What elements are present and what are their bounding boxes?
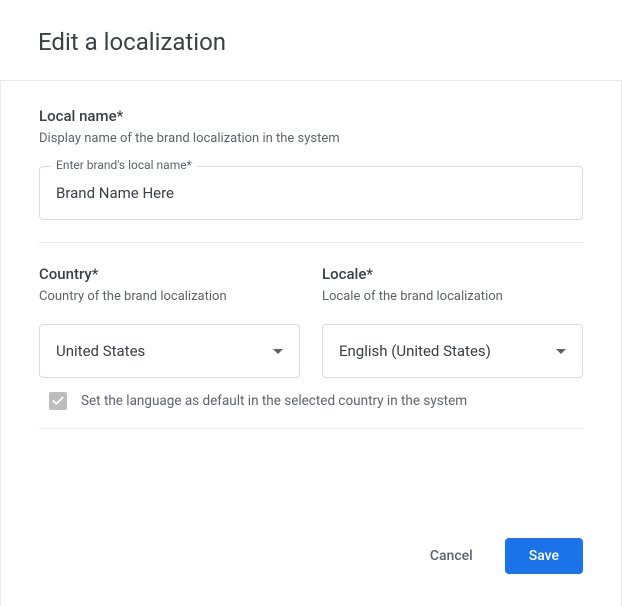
save-button[interactable]: Save: [505, 538, 583, 574]
locale-select[interactable]: English (United States): [322, 324, 583, 378]
local-name-floating-label: Enter brand's local name*: [51, 158, 197, 172]
edit-localization-dialog: Edit a localization Local name* Display …: [0, 0, 622, 606]
country-description: Country of the brand localization: [39, 289, 300, 304]
local-name-group: Local name* Display name of the brand lo…: [39, 107, 583, 242]
divider: [39, 242, 583, 243]
checkmark-icon: [51, 394, 65, 408]
country-select[interactable]: United States: [39, 324, 300, 378]
local-name-label: Local name*: [39, 107, 583, 125]
dialog-header: Edit a localization: [0, 0, 622, 81]
locale-label: Locale*: [322, 265, 583, 283]
locale-description: Locale of the brand localization: [322, 289, 583, 304]
country-label: Country*: [39, 265, 300, 283]
dialog-title: Edit a localization: [38, 28, 584, 56]
dropdown-arrow-icon: [556, 349, 566, 354]
default-language-checkbox[interactable]: [49, 392, 67, 410]
dropdown-arrow-icon: [273, 349, 283, 354]
cancel-button[interactable]: Cancel: [418, 540, 485, 572]
country-group: Country* Country of the brand localizati…: [39, 265, 300, 378]
dialog-footer: Cancel Save: [0, 538, 622, 606]
locale-value: English (United States): [339, 342, 548, 360]
default-language-row[interactable]: Set the language as default in the selec…: [39, 378, 583, 428]
country-value: United States: [56, 342, 265, 360]
country-locale-row: Country* Country of the brand localizati…: [39, 265, 583, 378]
dialog-body: Local name* Display name of the brand lo…: [0, 81, 622, 538]
locale-group: Locale* Locale of the brand localization…: [322, 265, 583, 378]
local-name-field-wrapper: Enter brand's local name*: [39, 166, 583, 220]
local-name-description: Display name of the brand localization i…: [39, 131, 583, 146]
divider: [39, 428, 583, 429]
default-language-label: Set the language as default in the selec…: [81, 393, 467, 409]
local-name-input[interactable]: [39, 166, 583, 220]
